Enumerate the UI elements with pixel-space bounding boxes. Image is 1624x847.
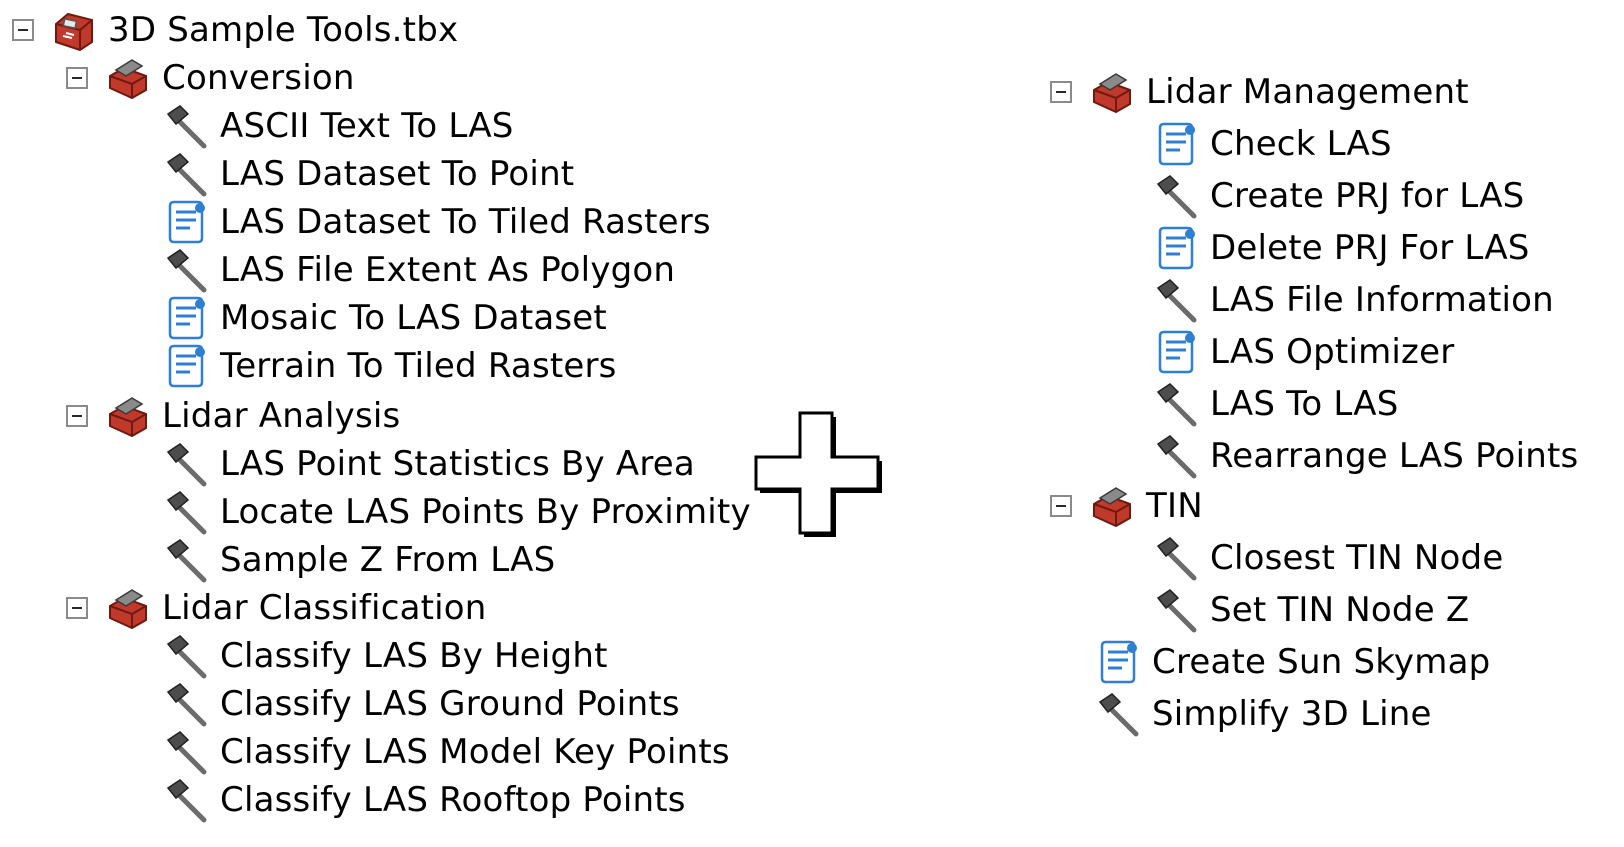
tool-item[interactable]: Classify LAS Ground Points — [162, 680, 680, 728]
tool-item[interactable]: Check LAS — [1152, 120, 1392, 168]
tool-label: Terrain To Tiled Rasters — [220, 346, 617, 386]
script-tool-icon — [162, 294, 210, 342]
script-tool-icon — [1152, 120, 1200, 168]
tool-label: LAS To LAS — [1210, 384, 1399, 424]
tree-node-lidar-analysis[interactable]: Lidar Analysis — [66, 392, 400, 440]
tool-item[interactable]: Simplify 3D Line — [1094, 690, 1432, 738]
tool-label: Create Sun Skymap — [1152, 642, 1491, 682]
tool-label: Locate LAS Points By Proximity — [220, 492, 751, 532]
tool-label: LAS File Information — [1210, 280, 1554, 320]
tool-label: Create PRJ for LAS — [1210, 176, 1525, 216]
tool-label: Classify LAS By Height — [220, 636, 608, 676]
hammer-tool-icon — [162, 728, 210, 776]
tool-label: Simplify 3D Line — [1152, 694, 1432, 734]
tool-item[interactable]: LAS File Extent As Polygon — [162, 246, 675, 294]
tool-label: Delete PRJ For LAS — [1210, 228, 1530, 268]
tool-item[interactable]: Create Sun Skymap — [1094, 638, 1490, 686]
hammer-tool-icon — [1152, 380, 1200, 428]
tool-item[interactable]: LAS Dataset To Tiled Rasters — [162, 198, 711, 246]
tool-item[interactable]: Locate LAS Points By Proximity — [162, 488, 751, 536]
toolset-icon — [104, 584, 152, 632]
tool-item[interactable]: LAS To LAS — [1152, 380, 1399, 428]
tool-label: LAS File Extent As Polygon — [220, 250, 676, 290]
hammer-tool-icon — [1152, 276, 1200, 324]
toolset-icon — [104, 392, 152, 440]
tool-item[interactable]: LAS File Information — [1152, 276, 1554, 324]
tool-label: LAS Optimizer — [1210, 332, 1455, 372]
tool-label: LAS Dataset To Tiled Rasters — [220, 202, 711, 242]
tool-label: Mosaic To LAS Dataset — [220, 298, 607, 338]
collapse-toggle-icon[interactable] — [1050, 81, 1072, 103]
tree-node-conversion[interactable]: Conversion — [66, 54, 355, 102]
plus-sign-icon — [750, 405, 885, 540]
toolset-icon — [104, 54, 152, 102]
tool-label: Check LAS — [1210, 124, 1392, 164]
tool-item[interactable]: LAS Dataset To Point — [162, 150, 574, 198]
tree-node-label: Conversion — [162, 58, 355, 98]
tool-item[interactable]: Delete PRJ For LAS — [1152, 224, 1530, 272]
tool-item[interactable]: Classify LAS Rooftop Points — [162, 776, 686, 824]
tool-item[interactable]: Sample Z From LAS — [162, 536, 555, 584]
script-tool-icon — [162, 342, 210, 390]
tool-item[interactable]: Closest TIN Node — [1152, 534, 1503, 582]
tool-item[interactable]: Classify LAS Model Key Points — [162, 728, 730, 776]
hammer-tool-icon — [1094, 690, 1142, 738]
hammer-tool-icon — [162, 680, 210, 728]
tool-item[interactable]: LAS Optimizer — [1152, 328, 1454, 376]
tree-node-label: Lidar Management — [1146, 72, 1469, 112]
tree-node-label: TIN — [1146, 486, 1203, 526]
tree-node-tin[interactable]: TIN — [1050, 482, 1203, 530]
tool-label: LAS Dataset To Point — [220, 154, 575, 194]
tool-item[interactable]: ASCII Text To LAS — [162, 102, 514, 150]
tree-node-label: Lidar Analysis — [162, 396, 401, 436]
collapse-toggle-icon[interactable] — [1050, 495, 1072, 517]
hammer-tool-icon — [162, 246, 210, 294]
tool-label: Rearrange LAS Points — [1210, 436, 1579, 476]
toolbox-file-icon — [50, 6, 98, 54]
script-tool-icon — [1152, 224, 1200, 272]
tree-node-lidar-management[interactable]: Lidar Management — [1050, 68, 1469, 116]
tool-item[interactable]: LAS Point Statistics By Area — [162, 440, 695, 488]
script-tool-icon — [1152, 328, 1200, 376]
tool-label: LAS Point Statistics By Area — [220, 444, 695, 484]
hammer-tool-icon — [162, 536, 210, 584]
hammer-tool-icon — [162, 440, 210, 488]
tool-item[interactable]: Set TIN Node Z — [1152, 586, 1469, 634]
collapse-toggle-icon[interactable] — [66, 67, 88, 89]
hammer-tool-icon — [162, 776, 210, 824]
tool-item[interactable]: Rearrange LAS Points — [1152, 432, 1578, 480]
script-tool-icon — [162, 198, 210, 246]
hammer-tool-icon — [1152, 172, 1200, 220]
hammer-tool-icon — [162, 102, 210, 150]
collapse-toggle-icon[interactable] — [12, 19, 34, 41]
tool-label: Classify LAS Rooftop Points — [220, 780, 686, 820]
hammer-tool-icon — [162, 488, 210, 536]
tool-label: ASCII Text To LAS — [220, 106, 514, 146]
tree-node-label: 3D Sample Tools.tbx — [108, 10, 459, 50]
collapse-toggle-icon[interactable] — [66, 597, 88, 619]
tool-label: Sample Z From LAS — [220, 540, 556, 580]
tree-node-label: Lidar Classification — [162, 588, 487, 628]
tool-item[interactable]: Classify LAS By Height — [162, 632, 608, 680]
tree-node-lidar-classification[interactable]: Lidar Classification — [66, 584, 487, 632]
hammer-tool-icon — [1152, 586, 1200, 634]
tool-label: Classify LAS Model Key Points — [220, 732, 730, 772]
tool-label: Closest TIN Node — [1210, 538, 1504, 578]
collapse-toggle-icon[interactable] — [66, 405, 88, 427]
hammer-tool-icon — [162, 150, 210, 198]
tool-item[interactable]: Create PRJ for LAS — [1152, 172, 1524, 220]
tree-node-root[interactable]: 3D Sample Tools.tbx — [12, 6, 458, 54]
toolset-icon — [1088, 482, 1136, 530]
hammer-tool-icon — [162, 632, 210, 680]
tool-item[interactable]: Mosaic To LAS Dataset — [162, 294, 607, 342]
tool-item[interactable]: Terrain To Tiled Rasters — [162, 342, 617, 390]
toolset-icon — [1088, 68, 1136, 116]
tool-label: Set TIN Node Z — [1210, 590, 1470, 630]
tool-label: Classify LAS Ground Points — [220, 684, 680, 724]
script-tool-icon — [1094, 638, 1142, 686]
hammer-tool-icon — [1152, 432, 1200, 480]
hammer-tool-icon — [1152, 534, 1200, 582]
